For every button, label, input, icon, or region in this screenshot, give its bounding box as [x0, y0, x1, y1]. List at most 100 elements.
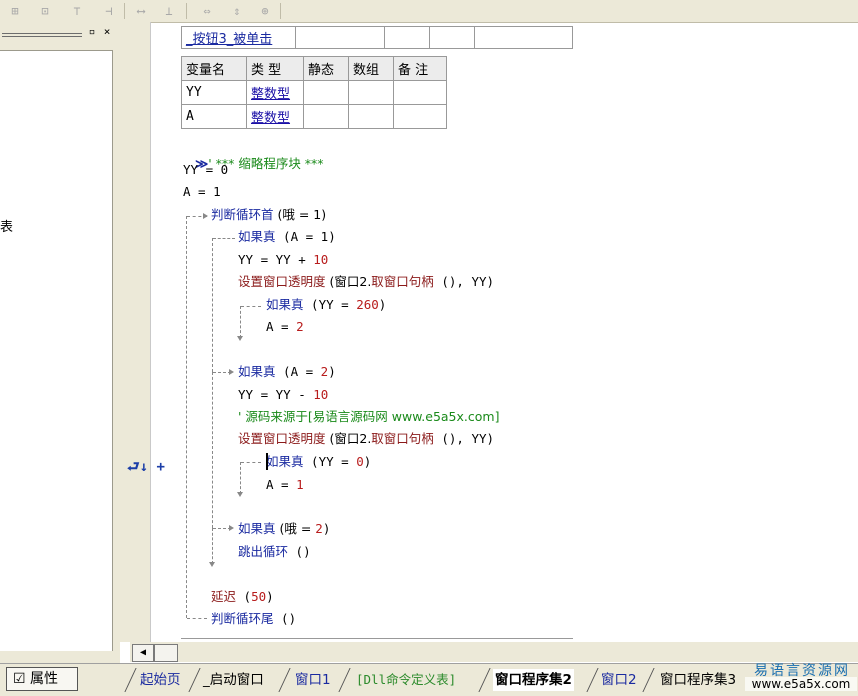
- spacing-h-icon[interactable]: ⟷: [130, 2, 152, 20]
- var-array[interactable]: [348, 80, 394, 105]
- code-text: A =: [266, 319, 297, 334]
- number-literal: 10: [313, 252, 329, 267]
- flow-line: [187, 618, 207, 619]
- insert-marker-icon[interactable]: ⮐↓ +: [127, 456, 165, 480]
- size-width-icon[interactable]: ⇔: [196, 2, 218, 20]
- code-line[interactable]: 如果真 (哦 = 2): [238, 521, 330, 537]
- flow-line: [240, 462, 241, 494]
- subroutine-name[interactable]: _按钮3_被单击: [181, 26, 296, 49]
- var-static[interactable]: [303, 80, 349, 105]
- properties-tab[interactable]: ☑ 属性: [6, 667, 78, 691]
- col-header-note: 备 注: [393, 56, 447, 81]
- tab-window-program-set2[interactable]: 窗口程序集2: [493, 669, 574, 691]
- table-header-row: 变量名 类 型 静态 数组 备 注: [181, 56, 447, 81]
- tab-dll-commands[interactable]: [Dll命令定义表]: [356, 669, 456, 691]
- flow-arrow-icon: [237, 336, 243, 341]
- function-name: 取窗口句柄: [371, 431, 434, 446]
- code-text: YY = YY -: [238, 387, 314, 402]
- col-header-array: 数组: [348, 56, 394, 81]
- code-text: (: [236, 589, 252, 604]
- code-line[interactable]: 判断循环首 (哦 = 1): [211, 207, 326, 223]
- properties-label: 属性: [30, 671, 59, 687]
- subroutine-header-table: _按钮3_被单击: [181, 26, 573, 49]
- keyword: 如果真: [266, 454, 304, 469]
- code-line[interactable]: 设置窗口透明度 (窗口2.取窗口句柄 (), YY): [238, 274, 494, 290]
- align-center-icon[interactable]: ⊡: [34, 2, 56, 20]
- flow-line: [186, 216, 187, 618]
- table-cell[interactable]: [429, 26, 475, 49]
- flow-arrow-icon: [229, 525, 234, 531]
- var-type[interactable]: 整数型: [246, 80, 304, 105]
- tab-startup-window[interactable]: _启动窗口: [203, 669, 264, 691]
- code-line[interactable]: YY = YY + 10: [238, 252, 328, 268]
- tab-window-program-set3[interactable]: 窗口程序集3: [660, 669, 736, 691]
- var-static[interactable]: [303, 104, 349, 129]
- horizontal-scrollbar[interactable]: ◀: [130, 642, 858, 662]
- tab-window1[interactable]: 窗口1: [295, 669, 331, 691]
- table-row[interactable]: A 整数型: [181, 104, 447, 129]
- code-text: YY = YY +: [238, 252, 314, 267]
- var-note[interactable]: [393, 80, 447, 105]
- var-array[interactable]: [348, 104, 394, 129]
- code-text: (A = 1): [275, 229, 336, 244]
- code-text: (哦 =: [275, 521, 316, 536]
- table-cell[interactable]: [384, 26, 430, 49]
- truncated-label: 表: [0, 220, 14, 235]
- layout-toolbar: ⊞ ⊡ ⊤ ⊣ ⟷ ⟂ ⇔ ⇕ ⊕: [0, 0, 858, 23]
- align-right-icon[interactable]: ⊣: [98, 2, 120, 20]
- toolbar-divider: [280, 3, 281, 19]
- col-header-type: 类 型: [246, 56, 304, 81]
- spacing-v-icon[interactable]: ⟂: [158, 2, 180, 20]
- align-left-icon[interactable]: ⊞: [4, 2, 26, 20]
- code-line[interactable]: 跳出循环 (): [238, 544, 311, 560]
- flow-line: [241, 462, 261, 463]
- scroll-thumb[interactable]: [154, 644, 178, 662]
- flow-line: [240, 306, 241, 338]
- code-text: ): [322, 521, 331, 536]
- number-literal: 0: [356, 454, 364, 469]
- number-literal: 10: [313, 387, 329, 402]
- code-line[interactable]: 设置窗口透明度 (窗口2.取窗口句柄 (), YY): [238, 431, 494, 447]
- code-line[interactable]: 判断循环尾 (): [211, 611, 296, 627]
- var-type[interactable]: 整数型: [246, 104, 304, 129]
- function-name: 取窗口句柄: [371, 274, 434, 289]
- table-cell[interactable]: [295, 26, 385, 49]
- align-top-icon[interactable]: ⊤: [66, 2, 88, 20]
- function-name: 设置窗口透明度: [238, 431, 326, 446]
- tab-start-page[interactable]: 起始页: [140, 669, 181, 691]
- code-line[interactable]: A = 1: [266, 477, 304, 493]
- gutter-separator: [150, 22, 151, 642]
- toolbar-divider: [124, 3, 125, 19]
- comment-text: ' 源码来源于[易语言源码网 www.e5a5x.com]: [238, 409, 500, 424]
- keyword: 如果真: [238, 521, 276, 536]
- col-header-static: 静态: [303, 56, 349, 81]
- scroll-left-icon[interactable]: ◀: [132, 644, 154, 662]
- code-line[interactable]: YY = 0: [183, 162, 228, 178]
- code-text: ): [328, 364, 336, 379]
- close-icon[interactable]: ×: [101, 26, 113, 38]
- code-line[interactable]: YY = YY - 10: [238, 387, 328, 403]
- var-note[interactable]: [393, 104, 447, 129]
- code-line[interactable]: 延迟 (50): [211, 589, 274, 605]
- code-line[interactable]: 如果真 (A = 1): [238, 229, 336, 245]
- left-panel-header: ▫ ×: [0, 24, 118, 44]
- code-text: (哦 = 1): [273, 207, 327, 222]
- code-line[interactable]: A = 2: [266, 319, 304, 335]
- flow-line: [212, 528, 213, 564]
- code-line[interactable]: 如果真 (YY = 260): [266, 297, 386, 313]
- code-line[interactable]: ' 源码来源于[易语言源码网 www.e5a5x.com]: [238, 409, 499, 425]
- code-line[interactable]: 如果真 (YY = 0): [266, 454, 371, 470]
- size-both-icon[interactable]: ⊕: [254, 2, 276, 20]
- code-line[interactable]: A = 1: [183, 184, 221, 200]
- restore-icon[interactable]: ▫: [86, 26, 98, 38]
- size-height-icon[interactable]: ⇕: [226, 2, 248, 20]
- tab-window2[interactable]: 窗口2: [601, 669, 637, 691]
- editor-gutter: [120, 22, 150, 642]
- table-cell[interactable]: [474, 26, 573, 49]
- code-text: A =: [266, 477, 297, 492]
- watermark-url: www.e5a5x.com: [745, 677, 857, 691]
- var-name[interactable]: YY: [181, 80, 247, 105]
- var-name[interactable]: A: [181, 104, 247, 129]
- table-row[interactable]: YY 整数型: [181, 80, 447, 105]
- code-line[interactable]: 如果真 (A = 2): [238, 364, 336, 380]
